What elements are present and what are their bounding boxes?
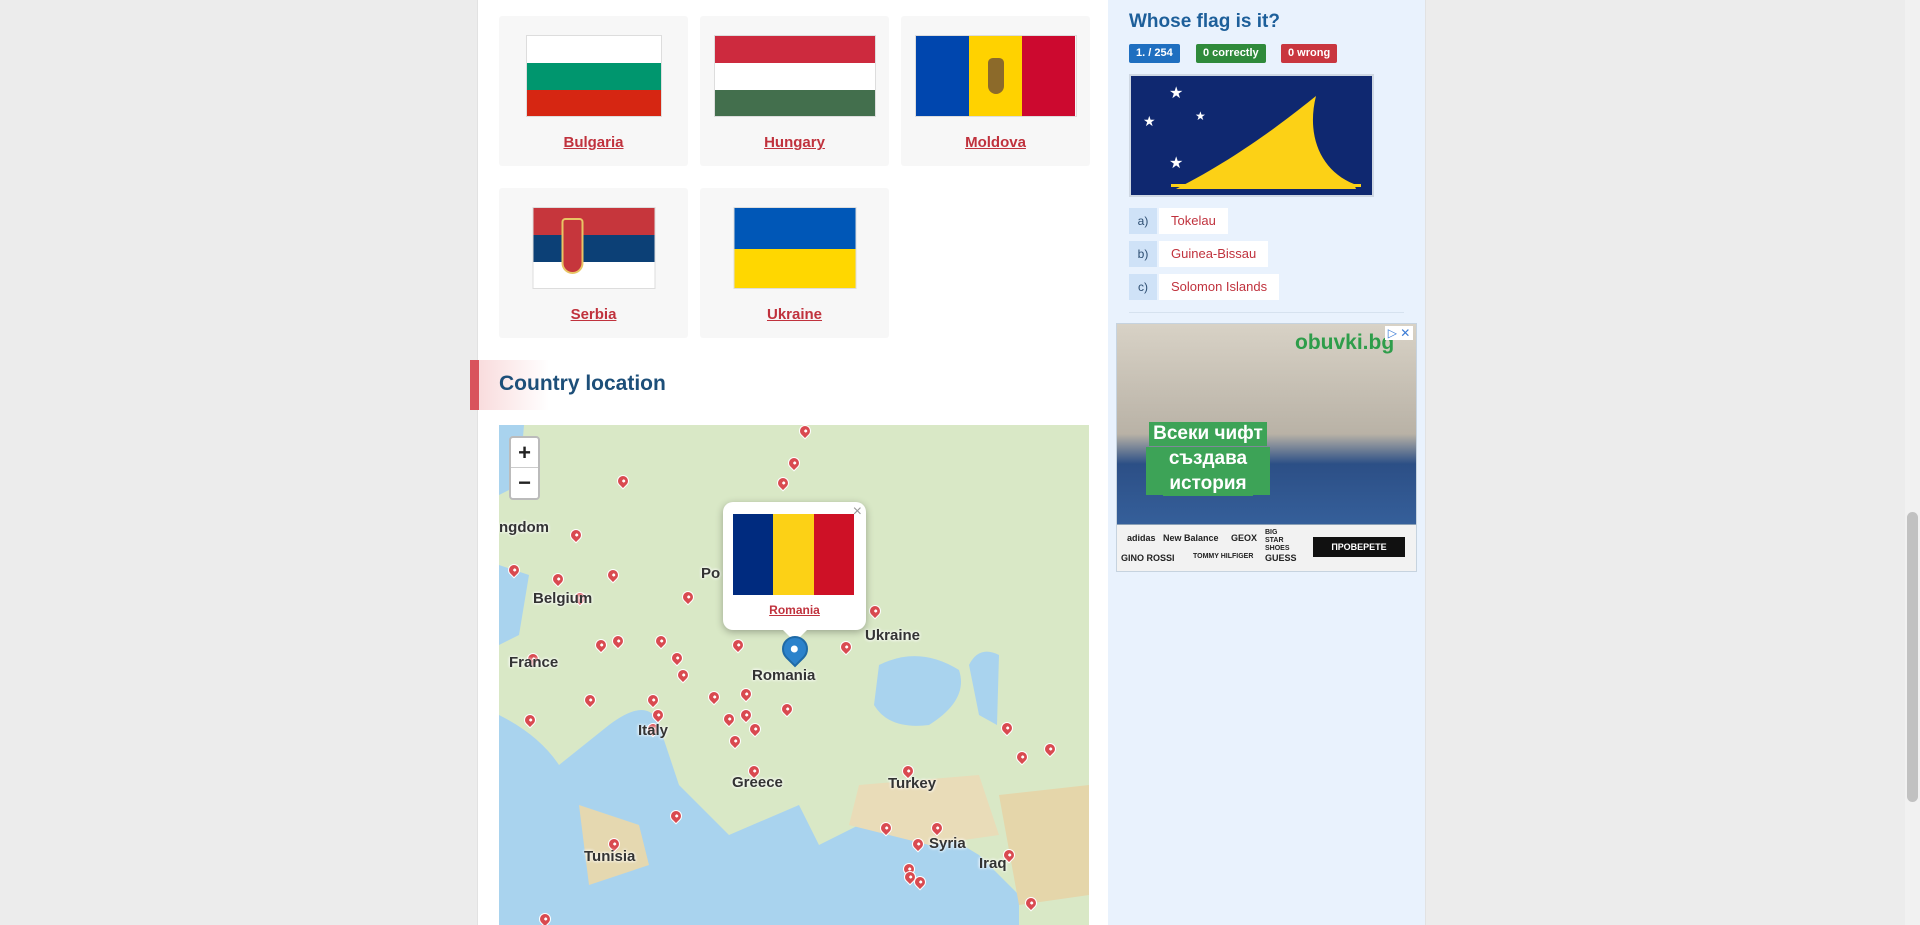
answer-text[interactable]: Guinea-Bissau bbox=[1159, 241, 1269, 267]
section-heading: Country location bbox=[470, 360, 1070, 410]
popup-country-link[interactable]: Romania bbox=[723, 603, 866, 617]
sidebar-divider bbox=[1129, 312, 1404, 313]
map-label: Greece bbox=[732, 774, 783, 791]
neighbour-card-moldova[interactable]: Moldova bbox=[901, 16, 1090, 166]
wrong-count-badge: 0 wrong bbox=[1281, 44, 1338, 63]
neighbour-card-hungary[interactable]: Hungary bbox=[700, 16, 889, 166]
neighbour-card-serbia[interactable]: Serbia bbox=[499, 188, 688, 338]
neighbour-card-bulgaria[interactable]: Bulgaria bbox=[499, 16, 688, 166]
country-link[interactable]: Moldova bbox=[901, 134, 1090, 151]
map-label: Po bbox=[701, 565, 721, 582]
popup-close-button[interactable]: × bbox=[853, 503, 862, 521]
page-scrollbar[interactable] bbox=[1905, 0, 1920, 925]
answer-letter: a) bbox=[1129, 208, 1157, 234]
scrollbar-thumb[interactable] bbox=[1907, 512, 1918, 802]
zoom-control: + − bbox=[509, 436, 540, 500]
ad-brand: New Balance bbox=[1163, 533, 1219, 543]
answer-letter: b) bbox=[1129, 241, 1157, 267]
ad-brand: adidas bbox=[1127, 533, 1156, 543]
ad-brand: TOMMY HILFIGER bbox=[1193, 553, 1254, 560]
country-popup: × Romania bbox=[723, 502, 866, 642]
flag-romania bbox=[733, 514, 854, 595]
quiz-title: Whose flag is it? bbox=[1129, 11, 1280, 32]
flag-serbia bbox=[532, 207, 655, 289]
ad-brand: BIG STAR SHOES bbox=[1265, 529, 1290, 552]
advertisement-banner[interactable]: obuvki.bg ▷ ✕ Всеки чифт създава нова ис… bbox=[1116, 323, 1417, 572]
svg-text:★: ★ bbox=[1143, 114, 1156, 130]
map-label: Tunisia bbox=[584, 848, 636, 865]
map-label: Romania bbox=[752, 667, 816, 684]
ad-brand-strip: adidas New Balance GINO ROSSI TOMMY HILF… bbox=[1117, 525, 1416, 571]
zoom-out-button[interactable]: − bbox=[511, 468, 538, 498]
location-map[interactable]: + − ngdom Belgium France Po Ukraine Roma… bbox=[499, 425, 1089, 925]
map-label: Syria bbox=[929, 835, 966, 852]
svg-text:★: ★ bbox=[1195, 109, 1206, 123]
map-label: France bbox=[509, 654, 559, 671]
flag-moldova bbox=[914, 35, 1077, 117]
map-label: Ukraine bbox=[865, 627, 921, 644]
country-link[interactable]: Bulgaria bbox=[499, 134, 688, 151]
answer-letter: c) bbox=[1129, 274, 1157, 300]
flag-bulgaria bbox=[525, 35, 662, 117]
map-label: Italy bbox=[638, 722, 669, 739]
ad-brand: GUESS bbox=[1265, 553, 1297, 563]
quiz-flag-image: ★ ★ ★ ★ bbox=[1129, 74, 1374, 197]
ad-brand: GEOX bbox=[1231, 533, 1258, 543]
country-link[interactable]: Hungary bbox=[700, 134, 889, 151]
ad-cta-button[interactable]: ПРОВЕРЕТЕ bbox=[1313, 537, 1405, 557]
map-label: Turkey bbox=[888, 775, 937, 792]
map-label: Belgium bbox=[533, 590, 593, 607]
map-label: ngdom bbox=[499, 519, 549, 536]
zoom-in-button[interactable]: + bbox=[511, 438, 538, 468]
answer-text[interactable]: Tokelau bbox=[1159, 208, 1228, 234]
correct-count-badge: 0 correctly bbox=[1196, 44, 1266, 63]
ad-logo: obuvki.bg bbox=[1295, 331, 1395, 354]
flag-hungary bbox=[713, 35, 876, 117]
ad-close-icon[interactable]: ▷ ✕ bbox=[1385, 326, 1413, 340]
quiz-progress-badge: 1. / 254 bbox=[1129, 44, 1180, 63]
map-label: Iraq bbox=[979, 855, 1007, 872]
ad-slogan-line: Всеки чифт bbox=[1149, 422, 1267, 446]
ad-slogan-line: история bbox=[1163, 472, 1253, 496]
flag-ukraine bbox=[733, 207, 856, 289]
answer-text[interactable]: Solomon Islands bbox=[1159, 274, 1280, 300]
country-link[interactable]: Serbia bbox=[499, 306, 688, 323]
ad-brand: GINO ROSSI bbox=[1121, 553, 1175, 563]
neighbour-card-ukraine[interactable]: Ukraine bbox=[700, 188, 889, 338]
section-title: Country location bbox=[499, 372, 666, 395]
svg-text:★: ★ bbox=[1169, 83, 1183, 102]
svg-text:★: ★ bbox=[1169, 153, 1183, 172]
country-link[interactable]: Ukraine bbox=[700, 306, 889, 323]
